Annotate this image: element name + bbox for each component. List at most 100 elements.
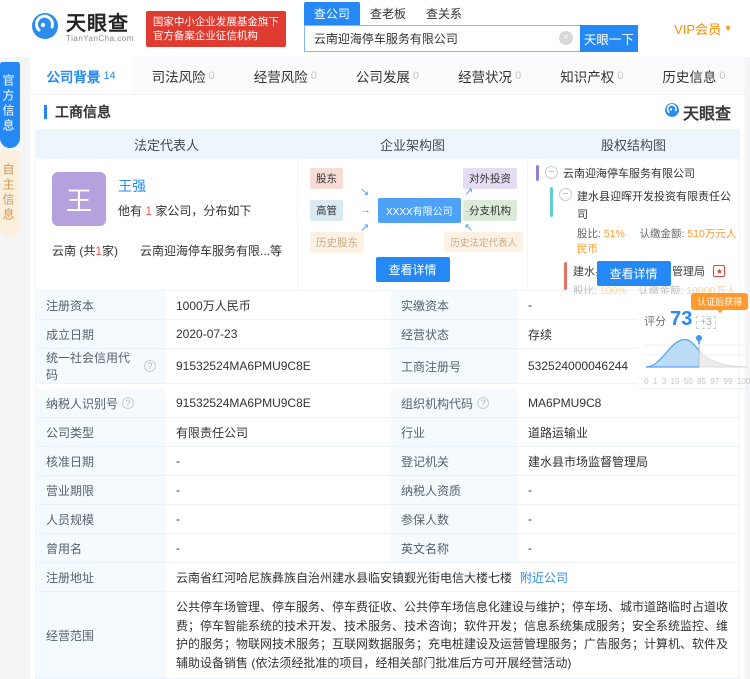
business-info-table: 注册资本 1000万人民币 实缴资本 - 成立日期 2020-07-23 经营状… <box>35 290 750 679</box>
legal-rep-region: 云南 (共1家) <box>52 244 119 258</box>
field-label: 组织机构代码 ? <box>391 389 518 418</box>
field-label: 成立日期 <box>36 320 166 349</box>
arrow-right-icon: → <box>360 204 371 216</box>
search-tab-company[interactable]: 查公司 <box>303 2 360 25</box>
org-node-shareholder: 股东 <box>310 168 343 189</box>
table-row: 统一社会信用代码 ? 91532524MA6PMU9C8E 工商注册号 5325… <box>36 349 639 384</box>
equity-chart-panel: 股权结构图 − 云南迎海停车服务有限公司 − 建水县迎晖开发投资有限责任公司 股… <box>528 130 739 294</box>
field-label: 核准日期 <box>36 447 166 476</box>
table-row: 人员规模 - 参保人数 - <box>36 505 739 534</box>
nearby-companies-link[interactable]: 附近公司 <box>520 569 568 586</box>
score-value: 73 <box>670 308 693 330</box>
org-chart-panel: 企业架构图 股东 高管 历史股东 XXXX有限公司 对外投资 分支机构 历史法定… <box>298 130 528 290</box>
table-row: 营业期限 - 纳税人资质 - <box>36 476 739 505</box>
equity-root-name[interactable]: 云南迎海停车服务有限公司 <box>563 165 695 181</box>
legal-rep-desc: 他有 1 家公司，分布如下 <box>118 204 252 218</box>
legal-rep-name-link[interactable]: 王强 <box>118 176 251 196</box>
arrow-ne-icon: ↗ <box>360 222 370 234</box>
section-header: 工商信息 天眼查 <box>30 95 745 129</box>
tab-operating-risk[interactable]: 经营风险 0 <box>234 57 336 94</box>
field-label: 统一社会信用代码 ? <box>36 349 166 384</box>
field-label: 工商注册号 <box>391 349 518 384</box>
clear-icon[interactable]: × <box>558 31 573 45</box>
equity-chart-header: 股权结构图 <box>528 130 739 159</box>
search-tab-boss[interactable]: 查老板 <box>360 2 416 25</box>
equity-child-row: − 建水县迎晖开发投资有限责任公司 股比: 51% 认缴金额: 510万元人民币 <box>550 187 739 256</box>
field-label: 公司类型 <box>36 418 166 447</box>
tianyancha-watermark: 天眼查 <box>664 100 731 124</box>
field-label: 纳税人资质 <box>391 476 518 505</box>
brand-domain: TianYanCha.com <box>66 34 134 43</box>
table-row: 注册资本 1000万人民币 实缴资本 - <box>36 291 639 320</box>
equity-bar-red <box>564 262 567 290</box>
field-label: 营业期限 <box>36 476 166 505</box>
field-value: 存续 <box>518 320 639 349</box>
vip-member-menu[interactable]: VIP会员 ▼ <box>674 19 732 38</box>
table-row-address: 注册地址 云南省红河哈尼族彝族自治州建水县临安镇觐光街电信大楼七楼 附近公司 <box>36 563 739 592</box>
help-icon[interactable]: ? <box>477 397 490 409</box>
arrow-ne-icon: ↗ <box>464 186 474 198</box>
field-label: 英文名称 <box>391 534 518 563</box>
org-node-historical-legal-rep: 历史法定代表人 <box>444 232 523 252</box>
avatar[interactable]: 王 <box>52 172 106 226</box>
field-value: 云南省红河哈尼族彝族自治州建水县临安镇觐光街电信大楼七楼 附近公司 <box>166 563 739 592</box>
org-chart-header: 企业架构图 <box>298 130 527 159</box>
search-type-tabs: 查公司 查老板 查关系 <box>303 2 638 25</box>
field-value: - <box>518 476 739 505</box>
search-area: 查公司 查老板 查关系 × 天眼一下 <box>303 2 638 52</box>
gov-emblem-icon: ★ <box>713 264 726 277</box>
field-value: MA6PMU9C8 <box>518 389 739 418</box>
tab-intellectual-property[interactable]: 知识产权 0 <box>541 57 643 94</box>
field-value: - <box>518 534 739 563</box>
top-header: 天眼查 TianYanCha.com 国家中小企业发展基金旗下 官方备案企业征信… <box>0 0 750 57</box>
side-tab-official-info[interactable]: 官方信息 <box>0 62 20 148</box>
collapse-icon[interactable]: − <box>559 188 572 201</box>
legal-rep-header: 法定代表人 <box>36 130 297 159</box>
arrow-se-icon: ↘ <box>360 186 370 198</box>
tab-company-development[interactable]: 公司发展 0 <box>336 57 438 94</box>
table-row: 曾用名 - 英文名称 - <box>36 534 739 563</box>
tianyancha-logo[interactable]: 天眼查 TianYanCha.com <box>30 11 134 46</box>
score-bonus: +3 <box>696 316 716 329</box>
legal-rep-company-link[interactable]: 云南迎海停车服务有限...等 <box>140 242 282 259</box>
field-value: 91532524MA6PMU9C8E <box>166 389 391 418</box>
section-title: 工商信息 <box>55 104 111 120</box>
org-node-company: XXXX有限公司 <box>378 198 461 223</box>
field-value: - <box>166 447 391 476</box>
equity-chart-detail-button[interactable]: 查看详情 <box>596 261 671 286</box>
collapse-icon[interactable]: − <box>545 166 558 179</box>
field-label: 注册地址 <box>36 563 166 592</box>
field-value: 建水县市场监督管理局 <box>518 447 739 476</box>
field-value: - <box>166 505 391 534</box>
field-value: 91532524MA6PMU9C8E <box>166 349 391 384</box>
equity-child-name[interactable]: 建水县迎晖开发投资有限责任公司 <box>577 191 731 221</box>
field-label: 人员规模 <box>36 505 166 534</box>
help-icon[interactable]: ? <box>122 397 135 409</box>
search-button[interactable]: 天眼一下 <box>579 25 638 52</box>
search-tab-relation[interactable]: 查关系 <box>416 2 472 25</box>
org-chart-detail-button[interactable]: 查看详情 <box>375 257 450 282</box>
certification-badge: 国家中小企业发展基金旗下 官方备案企业征信机构 <box>145 10 286 47</box>
field-value: - <box>166 476 391 505</box>
legal-rep-panel: 法定代表人 王 王强 他有 1 家公司，分布如下 云南 (共1家) 云南迎海停车… <box>36 130 298 290</box>
arrow-right-icon: → <box>464 204 475 216</box>
tab-company-background[interactable]: 公司背景 14 <box>30 57 133 94</box>
field-value: 公共停车场管理、停车服务、停车费征收、公共停车场信息化建设与维护；停车场、城市道… <box>166 592 739 679</box>
overview-panels: 法定代表人 王 王强 他有 1 家公司，分布如下 云南 (共1家) 云南迎海停车… <box>35 129 740 294</box>
help-icon[interactable]: ? <box>144 360 156 372</box>
org-node-historical-shareholder: 历史股东 <box>310 232 364 253</box>
table-row: 纳税人识别号 ? 91532524MA6PMU9C8E 组织机构代码 ? MA6… <box>36 389 739 418</box>
score-badge: 认证后获得 <box>691 293 749 313</box>
table-row: 公司类型 有限责任公司 行业 道路运输业 <box>36 418 739 447</box>
search-input[interactable] <box>303 25 580 52</box>
tab-judicial-risk[interactable]: 司法风险 0 <box>132 57 234 94</box>
tab-history-info[interactable]: 历史信息 0 <box>643 57 745 94</box>
side-tab-self-info[interactable]: 自主信息 <box>0 151 20 237</box>
tab-operating-status[interactable]: 经营状况 0 <box>439 57 541 94</box>
equity-child-detail: 股比: 51% 认缴金额: 510万元人民币 <box>577 228 737 255</box>
equity-bar-teal <box>550 187 553 217</box>
nav-tabs: 公司背景 14 司法风险 0 经营风险 0 公司发展 0 经营状况 0 知识产权 0 历史信… <box>30 57 745 95</box>
equity-bar-purple <box>536 165 539 181</box>
table-row-scope: 经营范围 公共停车场管理、停车服务、停车费征收、公共停车场信息化建设与维护；停车… <box>36 592 739 679</box>
brand-name: 天眼查 <box>66 13 129 35</box>
